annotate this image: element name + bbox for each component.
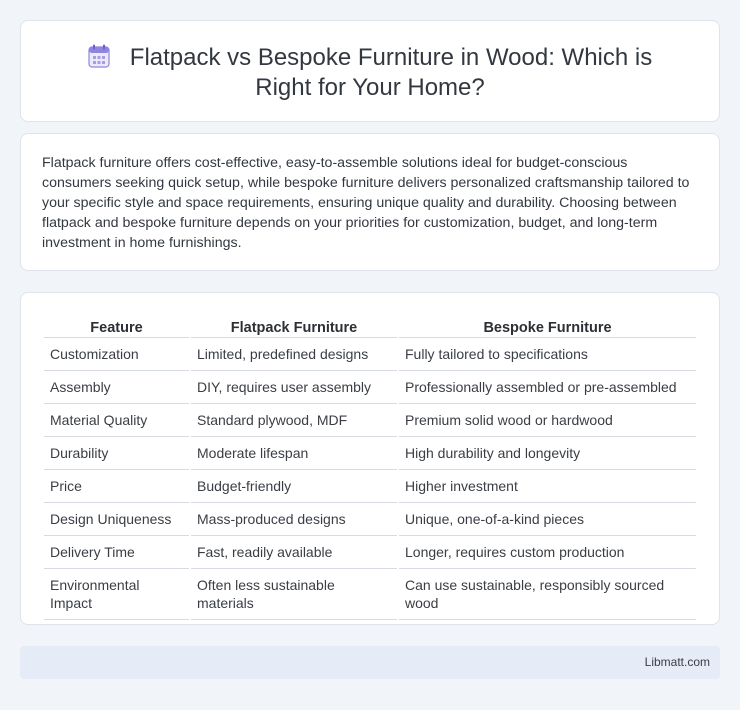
table-row: Assembly DIY, requires user assembly Pro… (44, 371, 696, 404)
cell-feature: Material Quality (44, 404, 189, 437)
calendar-icon (88, 44, 110, 68)
cell-bespoke: High durability and longevity (399, 437, 696, 470)
cell-feature: Assembly (44, 371, 189, 404)
comparison-table: Feature Flatpack Furniture Bespoke Furni… (42, 316, 698, 620)
summary-card: Flatpack furniture offers cost-effective… (20, 133, 720, 271)
table-row: Design Uniqueness Mass-produced designs … (44, 503, 696, 536)
cell-feature: Durability (44, 437, 189, 470)
cell-feature: Delivery Time (44, 536, 189, 569)
cell-feature: Customization (44, 338, 189, 371)
cell-bespoke: Unique, one-of-a-kind pieces (399, 503, 696, 536)
table-row: Durability Moderate lifespan High durabi… (44, 437, 696, 470)
table-row: Price Budget-friendly Higher investment (44, 470, 696, 503)
summary-text: Flatpack furniture offers cost-effective… (42, 155, 690, 251)
title-card: Flatpack vs Bespoke Furniture in Wood: W… (20, 20, 720, 122)
table-row: Delivery Time Fast, readily available Lo… (44, 536, 696, 569)
comparison-table-card: Feature Flatpack Furniture Bespoke Furni… (20, 292, 720, 625)
table-row: Material Quality Standard plywood, MDF P… (44, 404, 696, 437)
page-title-text: Flatpack vs Bespoke Furniture in Wood: W… (129, 44, 653, 101)
header-feature: Feature (44, 316, 189, 338)
cell-flatpack: Standard plywood, MDF (191, 404, 397, 437)
header-flatpack: Flatpack Furniture (191, 316, 397, 338)
cell-bespoke: Longer, requires custom production (399, 536, 696, 569)
cell-bespoke: Fully tailored to specifications (399, 338, 696, 371)
cell-flatpack: Often less sustainable materials (191, 569, 397, 620)
table-header-row: Feature Flatpack Furniture Bespoke Furni… (44, 316, 696, 338)
cell-bespoke: Higher investment (399, 470, 696, 503)
page-title: Flatpack vs Bespoke Furniture in Wood: W… (61, 43, 679, 103)
table-row: Customization Limited, predefined design… (44, 338, 696, 371)
cell-bespoke: Professionally assembled or pre-assemble… (399, 371, 696, 404)
cell-feature: Environmental Impact (44, 569, 189, 620)
cell-flatpack: Budget-friendly (191, 470, 397, 503)
cell-flatpack: Mass-produced designs (191, 503, 397, 536)
cell-bespoke: Can use sustainable, responsibly sourced… (399, 569, 696, 620)
cell-flatpack: Limited, predefined designs (191, 338, 397, 371)
footer-brand[interactable]: Libmatt.com (645, 655, 710, 669)
cell-flatpack: DIY, requires user assembly (191, 371, 397, 404)
cell-bespoke: Premium solid wood or hardwood (399, 404, 696, 437)
cell-flatpack: Fast, readily available (191, 536, 397, 569)
footer-bar: Libmatt.com (20, 646, 720, 679)
table-row: Environmental Impact Often less sustaina… (44, 569, 696, 620)
cell-flatpack: Moderate lifespan (191, 437, 397, 470)
cell-feature: Price (44, 470, 189, 503)
cell-feature: Design Uniqueness (44, 503, 189, 536)
header-bespoke: Bespoke Furniture (399, 316, 696, 338)
